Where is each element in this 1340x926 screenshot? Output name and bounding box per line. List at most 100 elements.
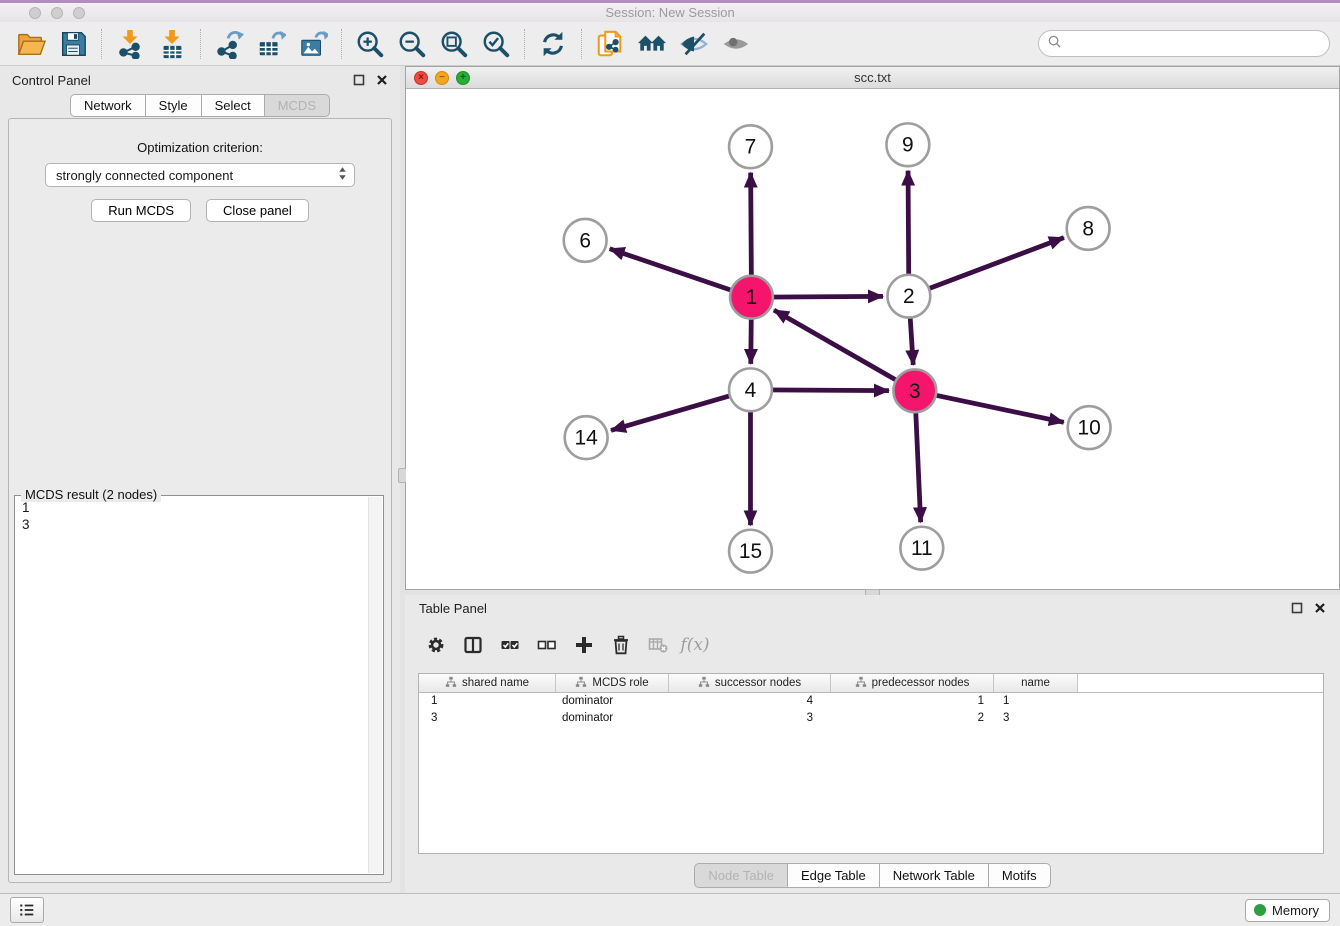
- tab-network-table[interactable]: Network Table: [879, 863, 989, 888]
- select-all-icon[interactable]: [499, 634, 521, 656]
- toolbar-separator: [524, 29, 525, 59]
- statusbar: Memory: [0, 893, 1340, 926]
- export-table-icon[interactable]: [255, 28, 287, 60]
- svg-text:9: 9: [902, 134, 914, 157]
- gear-icon[interactable]: [425, 634, 447, 656]
- result-scrollbar[interactable]: [368, 497, 382, 873]
- graph-node-7[interactable]: 7: [729, 125, 772, 168]
- column-label: MCDS role: [592, 677, 648, 689]
- graph-node-1[interactable]: 1: [730, 276, 773, 319]
- graph-node-6[interactable]: 6: [564, 219, 607, 262]
- close-panel-button[interactable]: Close panel: [206, 199, 309, 222]
- zoom-fit-icon[interactable]: [438, 28, 470, 60]
- table-cell[interactable]: 3: [669, 712, 831, 724]
- graph-node-9[interactable]: 9: [886, 123, 929, 166]
- zoom-in-icon[interactable]: [354, 28, 386, 60]
- svg-text:15: 15: [739, 540, 762, 563]
- tree-icon: [445, 676, 457, 691]
- tab-select[interactable]: Select: [201, 94, 265, 117]
- list-icon: [18, 901, 36, 919]
- network-window-zoom-button[interactable]: +: [456, 71, 470, 85]
- export-network-icon[interactable]: [213, 28, 245, 60]
- graph-node-14[interactable]: 14: [565, 416, 608, 459]
- column-header-predecessor-nodes[interactable]: predecessor nodes: [831, 674, 994, 692]
- graph-node-10[interactable]: 10: [1068, 406, 1111, 449]
- header-filler: [1078, 674, 1323, 692]
- search-box[interactable]: [1038, 30, 1330, 57]
- table-cell[interactable]: 1: [994, 695, 1078, 707]
- table-cell[interactable]: dominator: [556, 695, 669, 707]
- network-window-minimize-button[interactable]: −: [435, 71, 449, 85]
- deselect-all-icon[interactable]: [536, 634, 558, 656]
- search-input[interactable]: [1067, 36, 1321, 51]
- memory-button[interactable]: Memory: [1245, 899, 1330, 922]
- home-view-icon[interactable]: [636, 28, 668, 60]
- column-header-successor-nodes[interactable]: successor nodes: [669, 674, 831, 692]
- show-all-icon[interactable]: [720, 28, 752, 60]
- export-image-icon[interactable]: [297, 28, 329, 60]
- graph-node-2[interactable]: 2: [887, 275, 930, 318]
- zoom-selected-icon[interactable]: [480, 28, 512, 60]
- graph-edge-3-1[interactable]: [774, 310, 915, 391]
- table-toolbar: f(x): [405, 621, 1340, 669]
- tree-icon: [698, 676, 710, 691]
- delete-column-icon[interactable]: [610, 634, 632, 656]
- table-cell[interactable]: dominator: [556, 712, 669, 724]
- search-icon: [1047, 34, 1062, 54]
- column-label: name: [1021, 677, 1050, 689]
- import-network-icon[interactable]: [114, 28, 146, 60]
- svg-text:1: 1: [746, 286, 758, 309]
- graph-node-3[interactable]: 3: [893, 369, 936, 412]
- close-panel-icon[interactable]: [376, 74, 388, 86]
- table-row[interactable]: 1dominator411: [419, 693, 1323, 710]
- column-header-MCDS-role[interactable]: MCDS role: [556, 674, 669, 692]
- tab-network[interactable]: Network: [70, 94, 146, 117]
- float-panel-icon[interactable]: [1291, 602, 1303, 614]
- open-file-icon[interactable]: [15, 28, 47, 60]
- tab-motifs[interactable]: Motifs: [988, 863, 1051, 888]
- graph-node-4[interactable]: 4: [729, 368, 772, 411]
- window-close-button[interactable]: [29, 7, 41, 19]
- table-cell[interactable]: 1: [419, 695, 556, 707]
- table-cell[interactable]: 1: [831, 695, 994, 707]
- mcds-result-text[interactable]: 13: [16, 497, 368, 873]
- window-minimize-button[interactable]: [51, 7, 63, 19]
- refresh-icon[interactable]: [537, 28, 569, 60]
- tab-style[interactable]: Style: [145, 94, 202, 117]
- graph-node-15[interactable]: 15: [729, 530, 772, 573]
- run-mcds-button[interactable]: Run MCDS: [91, 199, 191, 222]
- network-canvas[interactable]: 7 9 6 8 1 2 4 3 14 10 15 11: [406, 89, 1339, 589]
- table-cell[interactable]: 4: [669, 695, 831, 707]
- graph-edge-3-10[interactable]: [915, 391, 1064, 422]
- control-panel-title: Control Panel: [12, 73, 91, 88]
- window-zoom-button[interactable]: [73, 7, 85, 19]
- float-panel-icon[interactable]: [353, 74, 365, 86]
- criterion-dropdown[interactable]: strongly connected component: [45, 163, 355, 187]
- tab-edge-table[interactable]: Edge Table: [787, 863, 880, 888]
- tab-mcds[interactable]: MCDS: [264, 94, 330, 117]
- table-cell[interactable]: 2: [831, 712, 994, 724]
- column-header-shared-name[interactable]: shared name: [419, 674, 556, 692]
- table-cell[interactable]: 3: [419, 712, 556, 724]
- svg-text:14: 14: [575, 427, 599, 450]
- delete-table-icon: [647, 634, 669, 656]
- column-header-name[interactable]: name: [994, 674, 1078, 692]
- duplicate-network-icon[interactable]: [594, 28, 626, 60]
- close-panel-icon[interactable]: [1314, 602, 1326, 614]
- add-column-icon[interactable]: [573, 634, 595, 656]
- table-row[interactable]: 3dominator323: [419, 710, 1323, 727]
- network-window-close-button[interactable]: ×: [414, 71, 428, 85]
- graph-node-8[interactable]: 8: [1067, 207, 1110, 250]
- columns-icon[interactable]: [462, 634, 484, 656]
- tab-node-table[interactable]: Node Table: [694, 863, 788, 888]
- zoom-out-icon[interactable]: [396, 28, 428, 60]
- task-history-button[interactable]: [10, 897, 44, 923]
- save-session-icon[interactable]: [57, 28, 89, 60]
- import-table-icon[interactable]: [156, 28, 188, 60]
- graph-node-11[interactable]: 11: [900, 527, 943, 570]
- table-cell[interactable]: 3: [994, 712, 1078, 724]
- network-graph[interactable]: 7 9 6 8 1 2 4 3 14 10 15 11: [406, 89, 1339, 589]
- graph-edge-2-8[interactable]: [909, 238, 1064, 297]
- window-title: Session: New Session: [0, 3, 1340, 22]
- hide-selected-icon[interactable]: [678, 28, 710, 60]
